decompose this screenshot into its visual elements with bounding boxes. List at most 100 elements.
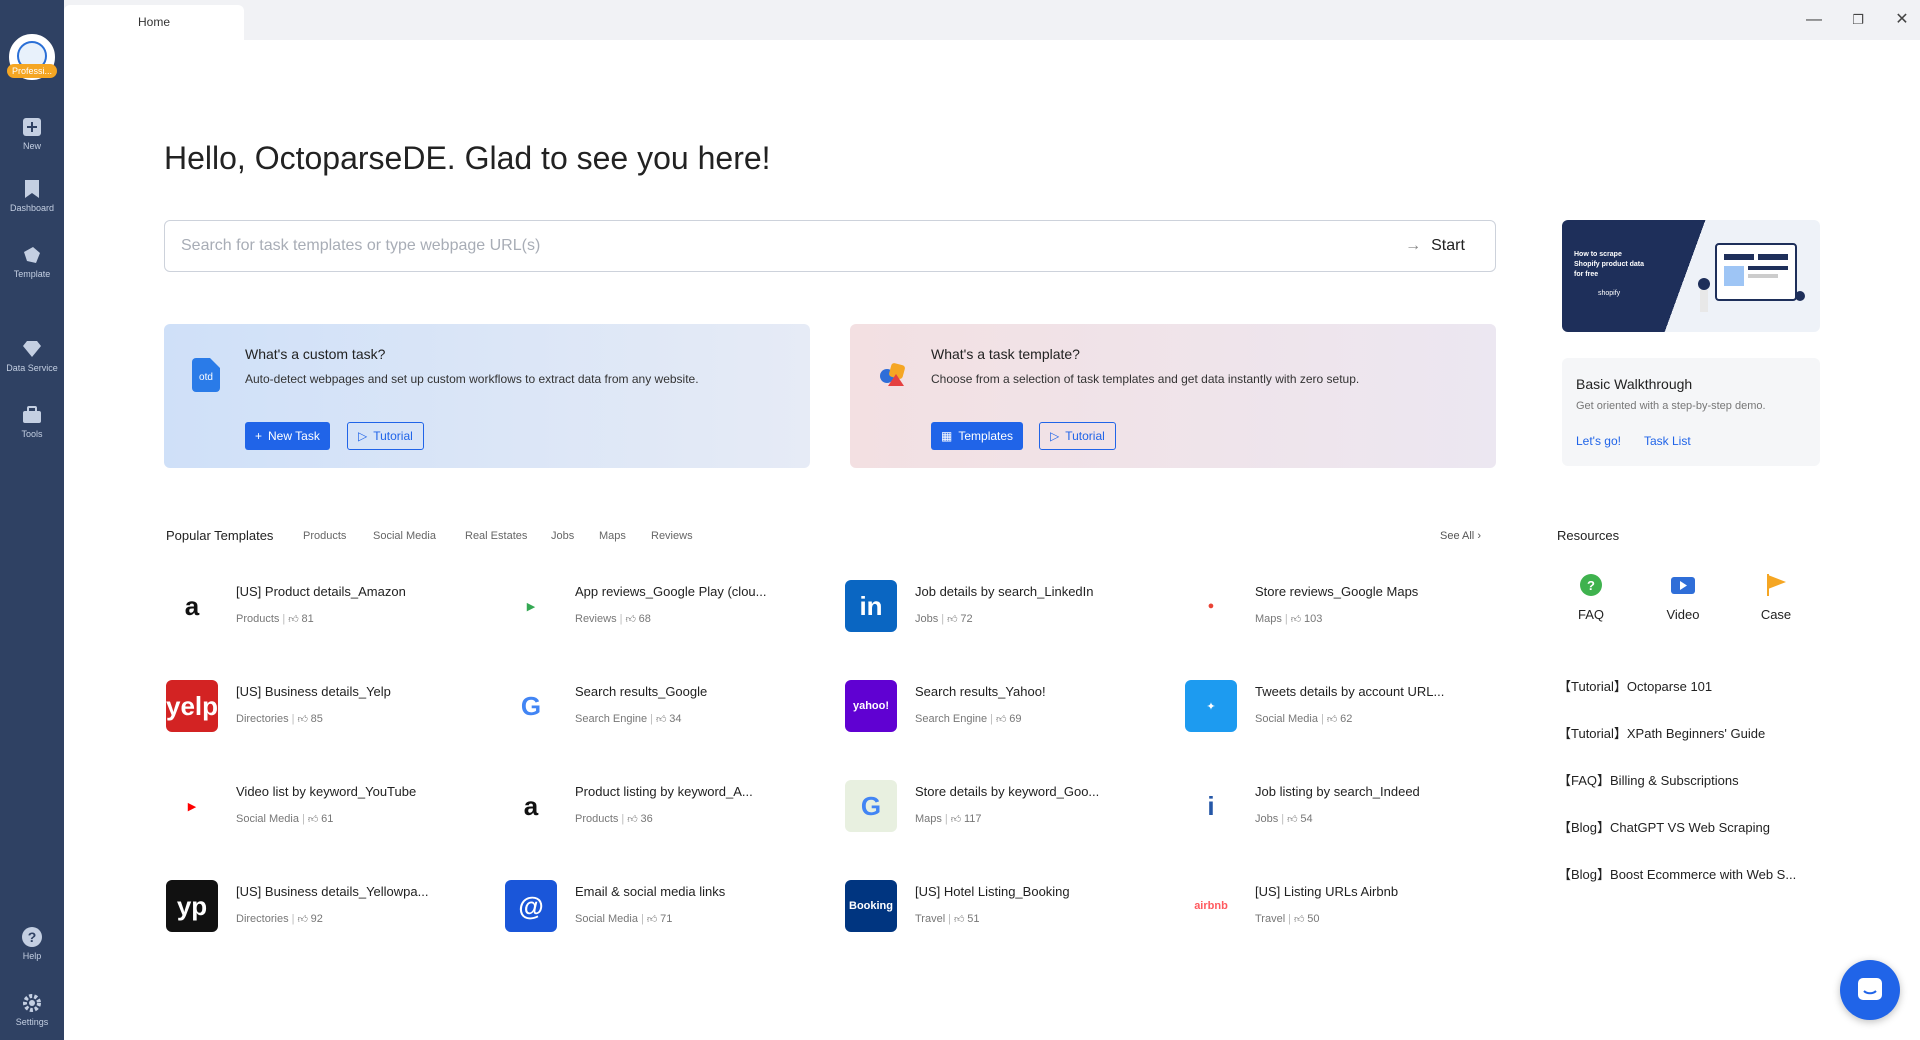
template-likes: 34	[669, 713, 682, 725]
video-resource[interactable]: Video	[1653, 572, 1713, 624]
diamond-icon	[23, 341, 41, 357]
sidebar-item-label: Help	[22, 951, 42, 961]
sidebar-item-data-service[interactable]: Data Service	[0, 338, 64, 373]
template-item[interactable]: @ Email & social media links Social Media |…	[505, 874, 835, 934]
template-item[interactable]: ▶ App reviews_Google Play (clou... Reviews…	[505, 574, 835, 634]
thumbs-up-icon: 👍︎	[1290, 614, 1304, 625]
template-item[interactable]: ✦ Tweets details by account URL... Social …	[1185, 674, 1515, 734]
thumbs-up-icon: 👍︎	[1326, 714, 1341, 725]
start-button[interactable]: → Start	[1385, 229, 1485, 263]
template-icon	[24, 247, 40, 263]
resource-link[interactable]: 【FAQ】Billing & Subscriptions	[1558, 770, 1739, 789]
tab-jobs[interactable]: Jobs	[551, 530, 574, 542]
separator: |	[640, 913, 644, 925]
restore-icon[interactable]: ❐	[1846, 10, 1870, 30]
faq-resource[interactable]: ? FAQ	[1561, 572, 1621, 624]
separator: |	[650, 713, 654, 725]
sidebar-item-tools[interactable]: Tools	[0, 404, 64, 439]
close-icon[interactable]: ✕	[1890, 10, 1914, 30]
templates-button[interactable]: ▦ Templates	[931, 422, 1024, 450]
card-description: Choose from a selection of task template…	[931, 372, 1360, 386]
sidebar-item-help[interactable]: ? Help	[0, 926, 64, 961]
tab-home[interactable]: Home	[64, 5, 244, 40]
minimize-icon[interactable]: —	[1802, 10, 1826, 30]
sidebar-item-label: Tools	[21, 429, 43, 439]
resource-link[interactable]: 【Tutorial】XPath Beginners' Guide	[1558, 723, 1765, 742]
template-likes: 62	[1340, 713, 1353, 725]
template-likes: 54	[1300, 813, 1313, 825]
template-item[interactable]: G Store details by keyword_Goo... Maps | 👍︎ …	[845, 774, 1175, 834]
template-category: Directories	[236, 713, 289, 725]
template-item[interactable]: Booking [US] Hotel Listing_Booking Travel |…	[845, 874, 1175, 934]
separator: |	[948, 913, 952, 925]
lets-go-link[interactable]: Let's go!	[1576, 434, 1621, 448]
new-task-button-label: New Task	[268, 429, 320, 443]
google-maps-pin-logo-icon: ●	[1185, 580, 1237, 632]
custom-task-tutorial-button[interactable]: ▷ Tutorial	[347, 422, 424, 450]
template-name: [US] Product details_Amazon	[236, 584, 406, 599]
sidebar-item-template[interactable]: Template	[0, 244, 64, 279]
svg-text:?: ?	[1587, 578, 1595, 593]
sidebar-item-settings[interactable]: Settings	[0, 992, 64, 1027]
custom-task-card: otd What's a custom task? Auto-detect we…	[164, 324, 810, 468]
grid-icon: ▦	[941, 429, 953, 443]
template-item[interactable]: yp [US] Business details_Yellowpa... Direc…	[166, 874, 496, 934]
twitter-logo-icon: ✦	[1185, 680, 1237, 732]
template-meta: Travel | 👍︎ 50	[1255, 913, 1320, 925]
template-meta: Social Media | 👍︎ 71	[575, 913, 672, 925]
video-icon	[1671, 577, 1695, 594]
task-list-link[interactable]: Task List	[1644, 434, 1691, 448]
resource-link[interactable]: 【Blog】Boost Ecommerce with Web S...	[1558, 864, 1796, 883]
resource-link[interactable]: 【Tutorial】Octoparse 101	[1558, 676, 1712, 695]
template-item[interactable]: i Job listing by search_Indeed Jobs | 👍︎ 54	[1185, 774, 1515, 834]
template-meta: Search Engine | 👍︎ 69	[915, 713, 1022, 725]
template-category: Travel	[915, 913, 946, 925]
template-item[interactable]: in Job details by search_LinkedIn Jobs | 👍︎ …	[845, 574, 1175, 634]
tab-maps[interactable]: Maps	[599, 530, 626, 542]
template-likes: 69	[1009, 713, 1022, 725]
tab-reviews[interactable]: Reviews	[651, 530, 693, 542]
templates-button-label: Templates	[958, 429, 1014, 443]
yahoo-logo-icon: yahoo!	[845, 680, 897, 732]
template-item[interactable]: G Search results_Google Search Engine | 👍︎ 3…	[505, 674, 835, 734]
separator: |	[1281, 813, 1285, 825]
template-name: Job listing by search_Indeed	[1255, 784, 1420, 799]
thumbs-up-icon: 👍︎	[627, 814, 641, 825]
template-item[interactable]: a [US] Product details_Amazon Products | 👍︎ …	[166, 574, 496, 634]
tab-real-estates[interactable]: Real Estates	[465, 530, 527, 542]
popular-templates-heading: Popular Templates	[166, 528, 274, 543]
promo-banner[interactable]: How to scrape Shopify product data for f…	[1562, 220, 1820, 332]
template-item[interactable]: yelp [US] Business details_Yelp Directorie…	[166, 674, 496, 734]
tab-social-media[interactable]: Social Media	[373, 530, 436, 542]
tab-products[interactable]: Products	[303, 530, 346, 542]
search-input[interactable]	[181, 221, 1331, 271]
see-all-link[interactable]: See All ›	[1440, 530, 1481, 542]
template-tutorial-button[interactable]: ▷ Tutorial	[1039, 422, 1116, 450]
template-name: [US] Business details_Yelp	[236, 684, 391, 699]
separator: |	[621, 813, 625, 825]
template-meta: Products | 👍︎ 81	[236, 613, 314, 625]
template-name: Tweets details by account URL...	[1255, 684, 1445, 699]
template-item[interactable]: ▶ Video list by keyword_YouTube Social Med…	[166, 774, 496, 834]
resource-link[interactable]: 【Blog】ChatGPT VS Web Scraping	[1558, 817, 1770, 836]
play-circle-icon: ▷	[358, 429, 368, 443]
template-item[interactable]: ● Store reviews_Google Maps Maps | 👍︎ 103	[1185, 574, 1515, 634]
template-meta: Travel | 👍︎ 51	[915, 913, 980, 925]
sidebar-item-new[interactable]: New	[0, 116, 64, 151]
template-category: Products	[575, 813, 619, 825]
template-item[interactable]: yahoo! Search results_Yahoo! Search Engine…	[845, 674, 1175, 734]
sidebar-item-dashboard[interactable]: Dashboard	[0, 178, 64, 213]
template-name: Store reviews_Google Maps	[1255, 584, 1419, 599]
template-category: Directories	[236, 913, 289, 925]
card-title: What's a task template?	[931, 346, 1080, 362]
new-task-button[interactable]: + New Task	[245, 422, 330, 450]
template-item[interactable]: a Product listing by keyword_A... Products…	[505, 774, 835, 834]
chat-button[interactable]	[1840, 960, 1900, 1020]
walkthrough-description: Get oriented with a step-by-step demo.	[1576, 400, 1766, 412]
case-resource[interactable]: Case	[1746, 572, 1806, 624]
template-name: Search results_Google	[575, 684, 708, 699]
template-item[interactable]: airbnb [US] Listing URLs Airbnb Travel | 👍︎ …	[1185, 874, 1515, 934]
airbnb-logo-icon: airbnb	[1185, 880, 1237, 932]
template-category: Social Media	[1255, 713, 1318, 725]
sidebar: Professi... New Dashboard Template Data …	[0, 0, 64, 1040]
